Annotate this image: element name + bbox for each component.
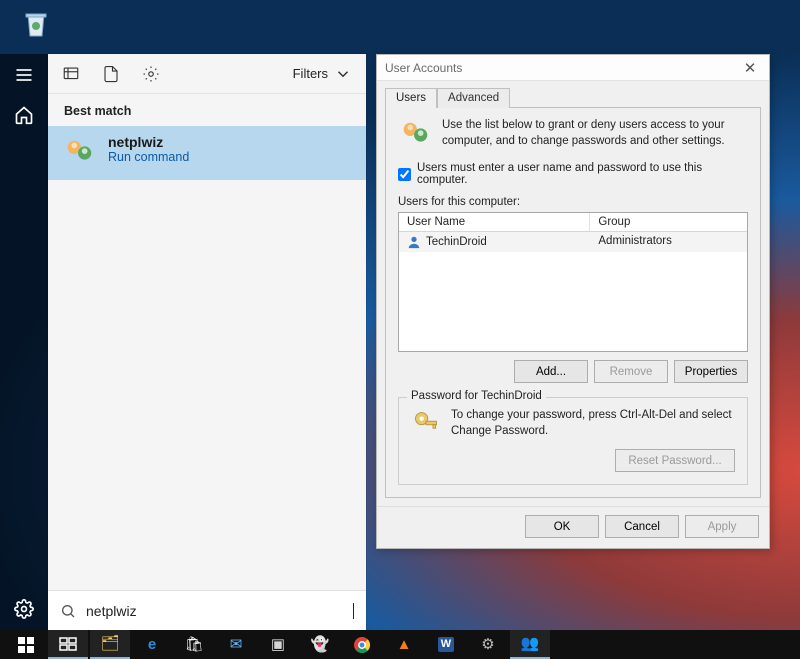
settings-filter-icon[interactable]: [142, 65, 160, 83]
home-icon[interactable]: [13, 104, 35, 126]
dialog-footer: OK Cancel Apply: [377, 506, 769, 548]
cell-group: Administrators: [590, 232, 747, 252]
user-accounts-dialog: User Accounts ✕ Users Advanced Use the l…: [376, 54, 770, 549]
hamburger-icon[interactable]: [13, 64, 35, 86]
require-password-checkbox[interactable]: Users must enter a user name and passwor…: [398, 162, 748, 186]
cortana-left-rail: [0, 54, 48, 630]
cell-username: TechinDroid: [426, 236, 487, 248]
search-result-item[interactable]: netplwiz Run command: [48, 126, 366, 180]
task-view-icon[interactable]: [48, 630, 88, 659]
app-icon[interactable]: ▣: [258, 630, 298, 659]
file-explorer-icon[interactable]: 🗂: [90, 630, 130, 659]
key-icon: [411, 408, 441, 438]
column-username[interactable]: User Name: [399, 213, 590, 231]
users-listbox[interactable]: User Name Group TechinDroid Administrato…: [398, 212, 748, 352]
search-input-row: [48, 590, 366, 630]
cortana-search-panel: Filters Best match netplwiz Run command: [48, 54, 366, 630]
taskbar-settings-icon[interactable]: ⚙: [468, 630, 508, 659]
tab-users[interactable]: Users: [385, 88, 437, 108]
ok-button[interactable]: OK: [525, 515, 599, 538]
users-people-icon: [398, 118, 432, 152]
tab-users-body: Use the list below to grant or deny user…: [385, 107, 761, 498]
taskbar-user-icon[interactable]: 👥: [510, 630, 550, 659]
table-row[interactable]: TechinDroid Administrators: [399, 232, 747, 252]
dialog-tabs: Users Advanced: [377, 81, 769, 107]
remove-button: Remove: [594, 360, 668, 383]
tab-advanced[interactable]: Advanced: [437, 88, 510, 108]
start-icon[interactable]: [6, 630, 46, 659]
documents-icon[interactable]: [102, 65, 120, 83]
best-match-header: Best match: [48, 94, 366, 126]
reset-password-button: Reset Password...: [615, 449, 735, 472]
vlc-icon[interactable]: ▲: [384, 630, 424, 659]
dialog-titlebar[interactable]: User Accounts ✕: [377, 55, 769, 81]
info-text: Use the list below to grant or deny user…: [442, 118, 748, 149]
result-subtitle: Run command: [108, 150, 189, 164]
users-for-label: Users for this computer:: [398, 196, 748, 208]
text-caret: [353, 603, 354, 619]
password-text: To change your password, press Ctrl-Alt-…: [451, 408, 735, 439]
recycle-bin-icon[interactable]: [16, 4, 56, 44]
user-row-icon: [407, 235, 421, 249]
users-people-icon: [62, 136, 96, 170]
require-password-input[interactable]: [398, 168, 411, 181]
chevron-down-icon: [334, 65, 352, 83]
store-icon[interactable]: 🛍: [174, 630, 214, 659]
apply-button: Apply: [685, 515, 759, 538]
search-input[interactable]: [86, 603, 349, 619]
password-groupbox: Password for TechinDroid To change your …: [398, 397, 748, 485]
filters-label: Filters: [293, 66, 328, 81]
column-group[interactable]: Group: [590, 213, 747, 231]
search-icon: [60, 603, 76, 619]
chrome-icon[interactable]: [342, 630, 382, 659]
taskbar: 🗂 e 🛍 ✉ ▣ 👻 ▲ W ⚙ 👥: [0, 630, 800, 659]
ghost-icon[interactable]: 👻: [300, 630, 340, 659]
add-button[interactable]: Add...: [514, 360, 588, 383]
users-header: User Name Group: [399, 213, 747, 232]
dialog-title: User Accounts: [385, 61, 462, 75]
apps-icon[interactable]: [62, 65, 80, 83]
edge-icon[interactable]: e: [132, 630, 172, 659]
cancel-button[interactable]: Cancel: [605, 515, 679, 538]
close-icon[interactable]: ✕: [739, 58, 761, 78]
word-icon[interactable]: W: [426, 630, 466, 659]
mail-icon[interactable]: ✉: [216, 630, 256, 659]
gear-icon[interactable]: [13, 598, 35, 620]
search-toolbar: Filters: [48, 54, 366, 94]
result-title: netplwiz: [108, 134, 189, 150]
filters-dropdown[interactable]: Filters: [293, 65, 352, 83]
properties-button[interactable]: Properties: [674, 360, 748, 383]
require-password-label: Users must enter a user name and passwor…: [417, 162, 748, 186]
password-legend: Password for TechinDroid: [407, 390, 546, 402]
